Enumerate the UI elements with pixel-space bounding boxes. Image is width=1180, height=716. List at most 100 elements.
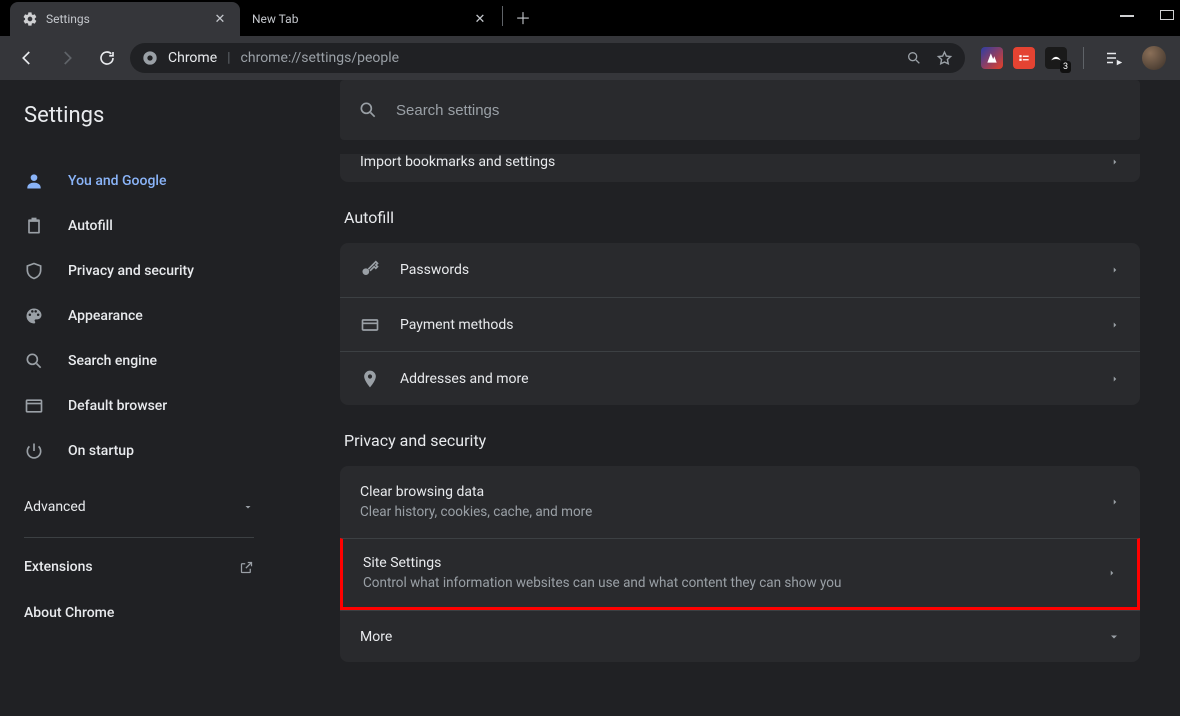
sidebar-item-search-engine[interactable]: Search engine <box>0 338 278 383</box>
sidebar-item-on-startup[interactable]: On startup <box>0 428 278 473</box>
sidebar-extensions-link[interactable]: Extensions <box>0 544 278 590</box>
row-site-settings[interactable]: Site Settings Control what information w… <box>340 538 1140 610</box>
forward-button[interactable] <box>50 41 84 75</box>
gear-icon <box>22 11 38 27</box>
chevron-right-icon <box>1107 568 1117 578</box>
extension-icon-2[interactable] <box>1013 47 1035 69</box>
sidebar-item-default-browser[interactable]: Default browser <box>0 383 278 428</box>
settings-main: Import bookmarks and settings Autofill P… <box>278 80 1180 716</box>
settings-app: Settings You and Google Autofill Privacy… <box>0 80 1180 716</box>
row-label: Payment methods <box>400 317 1090 333</box>
chevron-right-icon <box>1110 320 1120 330</box>
search-settings-input[interactable] <box>396 102 1122 119</box>
chrome-logo-icon <box>142 50 158 66</box>
row-clear-browsing-data[interactable]: Clear browsing data Clear history, cooki… <box>340 466 1140 538</box>
extension-icon-3[interactable]: 3 <box>1045 47 1067 69</box>
browser-icon <box>24 396 44 416</box>
address-bar[interactable]: Chrome | chrome://settings/people <box>130 43 965 73</box>
sidebar-item-appearance[interactable]: Appearance <box>0 293 278 338</box>
browser-titlebar: Settings ✕ New Tab ✕ ＋ <box>0 0 1180 36</box>
row-label: Addresses and more <box>400 371 1090 387</box>
external-link-icon <box>239 560 254 575</box>
sidebar-item-label: Search engine <box>68 353 157 369</box>
chevron-down-icon <box>242 501 254 513</box>
row-passwords[interactable]: Passwords <box>340 243 1140 297</box>
row-label: Passwords <box>400 262 1090 278</box>
window-maximize-button[interactable] <box>1160 10 1174 20</box>
tab-title: Settings <box>46 12 204 26</box>
row-addresses[interactable]: Addresses and more <box>340 351 1140 405</box>
sidebar-item-label: You and Google <box>68 173 166 189</box>
sidebar-item-privacy[interactable]: Privacy and security <box>0 248 278 293</box>
browser-toolbar: Chrome | chrome://settings/people 3 <box>0 36 1180 80</box>
autofill-card: Passwords Payment methods Addresses and … <box>340 243 1140 405</box>
clipboard-icon <box>24 216 44 236</box>
tab-close-button[interactable]: ✕ <box>212 11 228 27</box>
settings-sidebar: Settings You and Google Autofill Privacy… <box>0 80 278 716</box>
row-label: Import bookmarks and settings <box>360 154 1090 170</box>
sidebar-divider <box>24 537 254 538</box>
about-label: About Chrome <box>24 605 114 621</box>
toolbar-divider <box>1083 47 1084 69</box>
chevron-down-icon <box>1108 631 1120 643</box>
tab-close-button[interactable]: ✕ <box>472 11 488 27</box>
chevron-right-icon <box>1110 374 1120 384</box>
section-title-privacy: Privacy and security <box>344 431 1140 450</box>
sidebar-item-you-and-google[interactable]: You and Google <box>0 158 278 203</box>
media-control-icon[interactable] <box>1100 41 1126 75</box>
chevron-right-icon <box>1110 157 1120 167</box>
row-sublabel: Clear history, cookies, cache, and more <box>360 504 592 520</box>
back-button[interactable] <box>10 41 44 75</box>
omnibox-actions <box>906 50 953 67</box>
palette-icon <box>24 306 44 326</box>
location-pin-icon <box>360 369 380 389</box>
extensions-label: Extensions <box>24 559 93 575</box>
advanced-label: Advanced <box>24 499 86 515</box>
credit-card-icon <box>360 315 380 335</box>
new-tab-button[interactable]: ＋ <box>509 3 537 31</box>
extension-icon-1[interactable] <box>981 47 1003 69</box>
extension-icons: 3 <box>971 41 1170 75</box>
tab-title: New Tab <box>252 12 464 26</box>
sidebar-items: You and Google Autofill Privacy and secu… <box>0 150 278 483</box>
zoom-icon[interactable] <box>906 50 922 66</box>
privacy-card: Clear browsing data Clear history, cooki… <box>340 466 1140 662</box>
extension-badge: 3 <box>1060 61 1071 73</box>
row-payment-methods[interactable]: Payment methods <box>340 297 1140 351</box>
sidebar-about-link[interactable]: About Chrome <box>0 590 278 636</box>
row-label: Clear browsing data <box>360 484 484 500</box>
sidebar-item-label: Appearance <box>68 308 143 324</box>
tab-settings[interactable]: Settings ✕ <box>10 2 240 36</box>
search-icon <box>24 351 44 371</box>
search-bar-wrap <box>278 80 1180 140</box>
sidebar-item-label: Autofill <box>68 218 113 234</box>
settings-title: Settings <box>0 80 278 150</box>
bookmark-star-icon[interactable] <box>936 50 953 67</box>
chevron-right-icon <box>1110 497 1120 507</box>
sidebar-advanced-toggle[interactable]: Advanced <box>0 483 278 531</box>
sidebar-item-label: On startup <box>68 443 134 459</box>
row-import-bookmarks[interactable]: Import bookmarks and settings <box>340 154 1140 182</box>
tab-newtab[interactable]: New Tab ✕ <box>240 2 500 36</box>
window-minimize-button[interactable] <box>1120 10 1134 17</box>
key-icon <box>360 260 380 280</box>
row-label: Site Settings <box>363 555 441 571</box>
window-controls <box>1120 0 1174 36</box>
row-more[interactable]: More <box>340 610 1140 662</box>
reload-button[interactable] <box>90 41 124 75</box>
url-separator: | <box>227 50 230 66</box>
row-sublabel: Control what information websites can us… <box>363 575 841 591</box>
profile-avatar[interactable] <box>1142 46 1166 70</box>
tab-separator <box>502 6 503 26</box>
import-card: Import bookmarks and settings <box>340 154 1140 182</box>
power-icon <box>24 441 44 461</box>
tab-strip: Settings ✕ New Tab ✕ ＋ <box>10 0 537 36</box>
sidebar-item-label: Privacy and security <box>68 263 194 279</box>
url-origin: Chrome <box>168 50 217 66</box>
sidebar-item-label: Default browser <box>68 398 167 414</box>
sidebar-item-autofill[interactable]: Autofill <box>0 203 278 248</box>
person-icon <box>24 171 44 191</box>
settings-content: Import bookmarks and settings Autofill P… <box>340 154 1140 716</box>
search-settings-bar[interactable] <box>340 80 1140 140</box>
shield-icon <box>24 261 44 281</box>
